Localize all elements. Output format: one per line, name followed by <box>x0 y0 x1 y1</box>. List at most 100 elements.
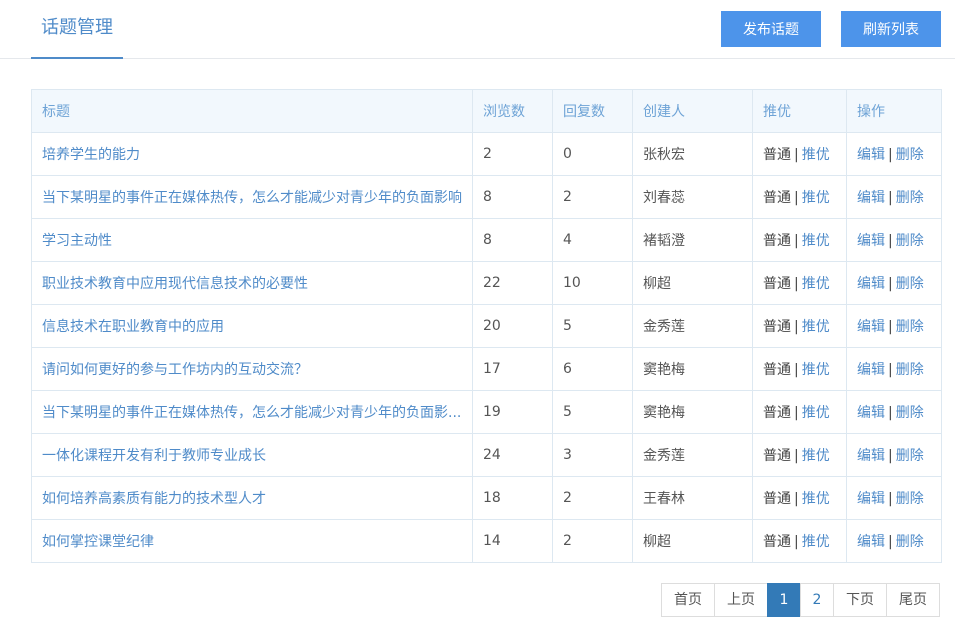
edit-button[interactable]: 编辑 <box>857 233 885 249</box>
replies-cell: 5 <box>552 390 633 434</box>
promote-cell: 普通 | 推优 <box>752 390 847 434</box>
edit-button[interactable]: 编辑 <box>857 276 885 292</box>
promote-button[interactable]: 推优 <box>802 534 830 550</box>
author-cell: 柳超 <box>632 261 753 305</box>
promote-button[interactable]: 推优 <box>802 319 830 335</box>
topic-title-link[interactable]: 学习主动性 <box>42 233 112 249</box>
page-number-2[interactable]: 2 <box>800 583 834 617</box>
delete-button[interactable]: 删除 <box>896 319 924 335</box>
replies-cell: 3 <box>552 433 633 477</box>
refresh-list-button[interactable]: 刷新列表 <box>841 11 941 47</box>
edit-button[interactable]: 编辑 <box>857 405 885 421</box>
delete-button[interactable]: 删除 <box>896 190 924 206</box>
replies-cell: 10 <box>552 261 633 305</box>
delete-button[interactable]: 删除 <box>896 491 924 507</box>
separator: | <box>794 405 799 421</box>
delete-button[interactable]: 删除 <box>896 534 924 550</box>
delete-button[interactable]: 删除 <box>896 276 924 292</box>
page-last-button[interactable]: 尾页 <box>886 583 940 617</box>
topic-title-cell: 培养学生的能力 <box>31 132 473 176</box>
table-row: 职业技术教育中应用现代信息技术的必要性 22 10 柳超 普通 | 推优 编辑 | 删除 <box>31 261 942 305</box>
promote-button[interactable]: 推优 <box>802 491 830 507</box>
topic-title-cell: 职业技术教育中应用现代信息技术的必要性 <box>31 261 473 305</box>
publish-topic-button[interactable]: 发布话题 <box>721 11 821 47</box>
separator: | <box>888 405 893 421</box>
views-cell: 19 <box>472 390 553 434</box>
normal-button[interactable]: 普通 <box>763 190 791 206</box>
author-cell: 金秀莲 <box>632 433 753 477</box>
tab-topic-management[interactable]: 话题管理 <box>31 0 123 59</box>
views-cell: 22 <box>472 261 553 305</box>
normal-button[interactable]: 普通 <box>763 147 791 163</box>
author-cell: 王春林 <box>632 476 753 520</box>
edit-button[interactable]: 编辑 <box>857 319 885 335</box>
edit-button[interactable]: 编辑 <box>857 362 885 378</box>
promote-cell: 普通 | 推优 <box>752 433 847 477</box>
topic-title-link[interactable]: 培养学生的能力 <box>42 147 140 163</box>
topic-title-link[interactable]: 信息技术在职业教育中的应用 <box>42 319 224 335</box>
edit-button[interactable]: 编辑 <box>857 147 885 163</box>
page-header: 话题管理 发布话题 刷新列表 <box>0 0 955 59</box>
promote-button[interactable]: 推优 <box>802 233 830 249</box>
topic-title-link[interactable]: 请问如何更好的参与工作坊内的互动交流？ <box>42 362 308 378</box>
page-next-button[interactable]: 下页 <box>833 583 887 617</box>
promote-button[interactable]: 推优 <box>802 190 830 206</box>
promote-button[interactable]: 推优 <box>802 147 830 163</box>
separator: | <box>794 190 799 206</box>
promote-cell: 普通 | 推优 <box>752 476 847 520</box>
topic-title-link[interactable]: 当下某明星的事件正在媒体热传，怎么才能减少对青少年的负面影... <box>42 405 461 421</box>
topic-title-link[interactable]: 如何掌控课堂纪律 <box>42 534 154 550</box>
delete-button[interactable]: 删除 <box>896 147 924 163</box>
topic-title-link[interactable]: 当下某明星的事件正在媒体热传，怎么才能减少对青少年的负面影响 <box>42 190 462 206</box>
normal-button[interactable]: 普通 <box>763 491 791 507</box>
author-cell: 褚韬澄 <box>632 218 753 262</box>
normal-button[interactable]: 普通 <box>763 448 791 464</box>
topics-table: 标题 浏览数 回复数 创建人 推优 操作 培养学生的能力 2 0 张秋宏 普通 | 推优 编辑… <box>31 89 942 563</box>
topic-title-link[interactable]: 职业技术教育中应用现代信息技术的必要性 <box>42 276 308 292</box>
promote-button[interactable]: 推优 <box>802 362 830 378</box>
promote-button[interactable]: 推优 <box>802 276 830 292</box>
replies-cell: 0 <box>552 132 633 176</box>
normal-button[interactable]: 普通 <box>763 405 791 421</box>
topic-title-link[interactable]: 一体化课程开发有利于教师专业成长 <box>42 448 266 464</box>
replies-cell: 2 <box>552 476 633 520</box>
topic-title-cell: 如何培养高素质有能力的技术型人才 <box>31 476 473 520</box>
views-cell: 14 <box>472 519 553 563</box>
actions-cell: 编辑 | 删除 <box>846 132 942 176</box>
promote-button[interactable]: 推优 <box>802 405 830 421</box>
normal-button[interactable]: 普通 <box>763 233 791 249</box>
promote-button[interactable]: 推优 <box>802 448 830 464</box>
normal-button[interactable]: 普通 <box>763 534 791 550</box>
topic-title-cell: 如何掌控课堂纪律 <box>31 519 473 563</box>
separator: | <box>794 491 799 507</box>
edit-button[interactable]: 编辑 <box>857 448 885 464</box>
page-number-1[interactable]: 1 <box>767 583 801 617</box>
views-cell: 2 <box>472 132 553 176</box>
normal-button[interactable]: 普通 <box>763 319 791 335</box>
normal-button[interactable]: 普通 <box>763 276 791 292</box>
edit-button[interactable]: 编辑 <box>857 534 885 550</box>
separator: | <box>794 147 799 163</box>
actions-cell: 编辑 | 删除 <box>846 304 942 348</box>
column-header-promote: 推优 <box>752 89 847 133</box>
promote-cell: 普通 | 推优 <box>752 347 847 391</box>
views-cell: 8 <box>472 218 553 262</box>
separator: | <box>794 276 799 292</box>
delete-button[interactable]: 删除 <box>896 448 924 464</box>
topic-title-cell: 信息技术在职业教育中的应用 <box>31 304 473 348</box>
topic-title-link[interactable]: 如何培养高素质有能力的技术型人才 <box>42 491 266 507</box>
page-first-button[interactable]: 首页 <box>661 583 715 617</box>
separator: | <box>888 319 893 335</box>
column-header-title: 标题 <box>31 89 473 133</box>
delete-button[interactable]: 删除 <box>896 233 924 249</box>
normal-button[interactable]: 普通 <box>763 362 791 378</box>
edit-button[interactable]: 编辑 <box>857 491 885 507</box>
page-prev-button[interactable]: 上页 <box>714 583 768 617</box>
delete-button[interactable]: 删除 <box>896 362 924 378</box>
promote-cell: 普通 | 推优 <box>752 175 847 219</box>
column-header-actions: 操作 <box>846 89 942 133</box>
promote-cell: 普通 | 推优 <box>752 132 847 176</box>
author-cell: 刘春蕊 <box>632 175 753 219</box>
delete-button[interactable]: 删除 <box>896 405 924 421</box>
edit-button[interactable]: 编辑 <box>857 190 885 206</box>
